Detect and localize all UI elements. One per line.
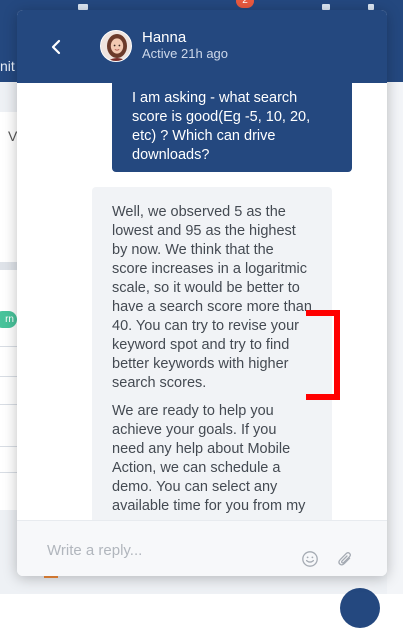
- agent-message-paragraph: Well, we observed 5 as the lowest and 95…: [112, 204, 312, 391]
- background-row-divider: [0, 446, 18, 447]
- background-left-letter: V: [8, 128, 18, 144]
- background-divider: [0, 262, 18, 270]
- notification-badge: 2: [236, 0, 254, 8]
- back-button[interactable]: [42, 33, 70, 61]
- background-table: [0, 270, 18, 510]
- background-accent-line: [44, 576, 58, 578]
- background-row-divider: [0, 346, 18, 347]
- annotation-bracket: [306, 310, 340, 400]
- emoji-icon: [302, 551, 318, 567]
- reply-input[interactable]: [47, 539, 287, 561]
- emoji-button[interactable]: [301, 550, 319, 568]
- background-right-strip: [387, 82, 403, 594]
- agent-message-bubble: Well, we observed 5 as the lowest and 95…: [92, 187, 332, 520]
- agent-name: Hanna: [142, 29, 187, 46]
- user-message-bubble: I am asking - what search score is good(…: [112, 83, 352, 172]
- attach-button[interactable]: [336, 550, 354, 568]
- chevron-left-icon: [51, 39, 61, 55]
- background-field-text: nit: [0, 58, 15, 74]
- background-status-pill: rn: [0, 311, 17, 328]
- background-row-divider: [0, 376, 18, 377]
- paperclip-icon: [338, 552, 351, 566]
- agent-message-paragraph: We are ready to help you achieve your go…: [112, 403, 306, 514]
- message-list[interactable]: I am asking - what search score is good(…: [17, 83, 387, 520]
- chat-launcher-button[interactable]: [340, 588, 380, 628]
- agent-status: Active 21h ago: [142, 46, 229, 61]
- background-left-card: V: [0, 112, 18, 262]
- chat-header: Hanna Active 21h ago: [17, 10, 387, 83]
- background-row-divider: [0, 404, 18, 405]
- reply-composer: [17, 520, 387, 576]
- chat-window: Hanna Active 21h ago I am asking - what …: [17, 10, 387, 576]
- background-row-divider: [0, 472, 18, 473]
- user-message-text: I am asking - what search score is good(…: [132, 90, 311, 163]
- avatar-image: [101, 31, 131, 61]
- agent-avatar: [100, 30, 132, 62]
